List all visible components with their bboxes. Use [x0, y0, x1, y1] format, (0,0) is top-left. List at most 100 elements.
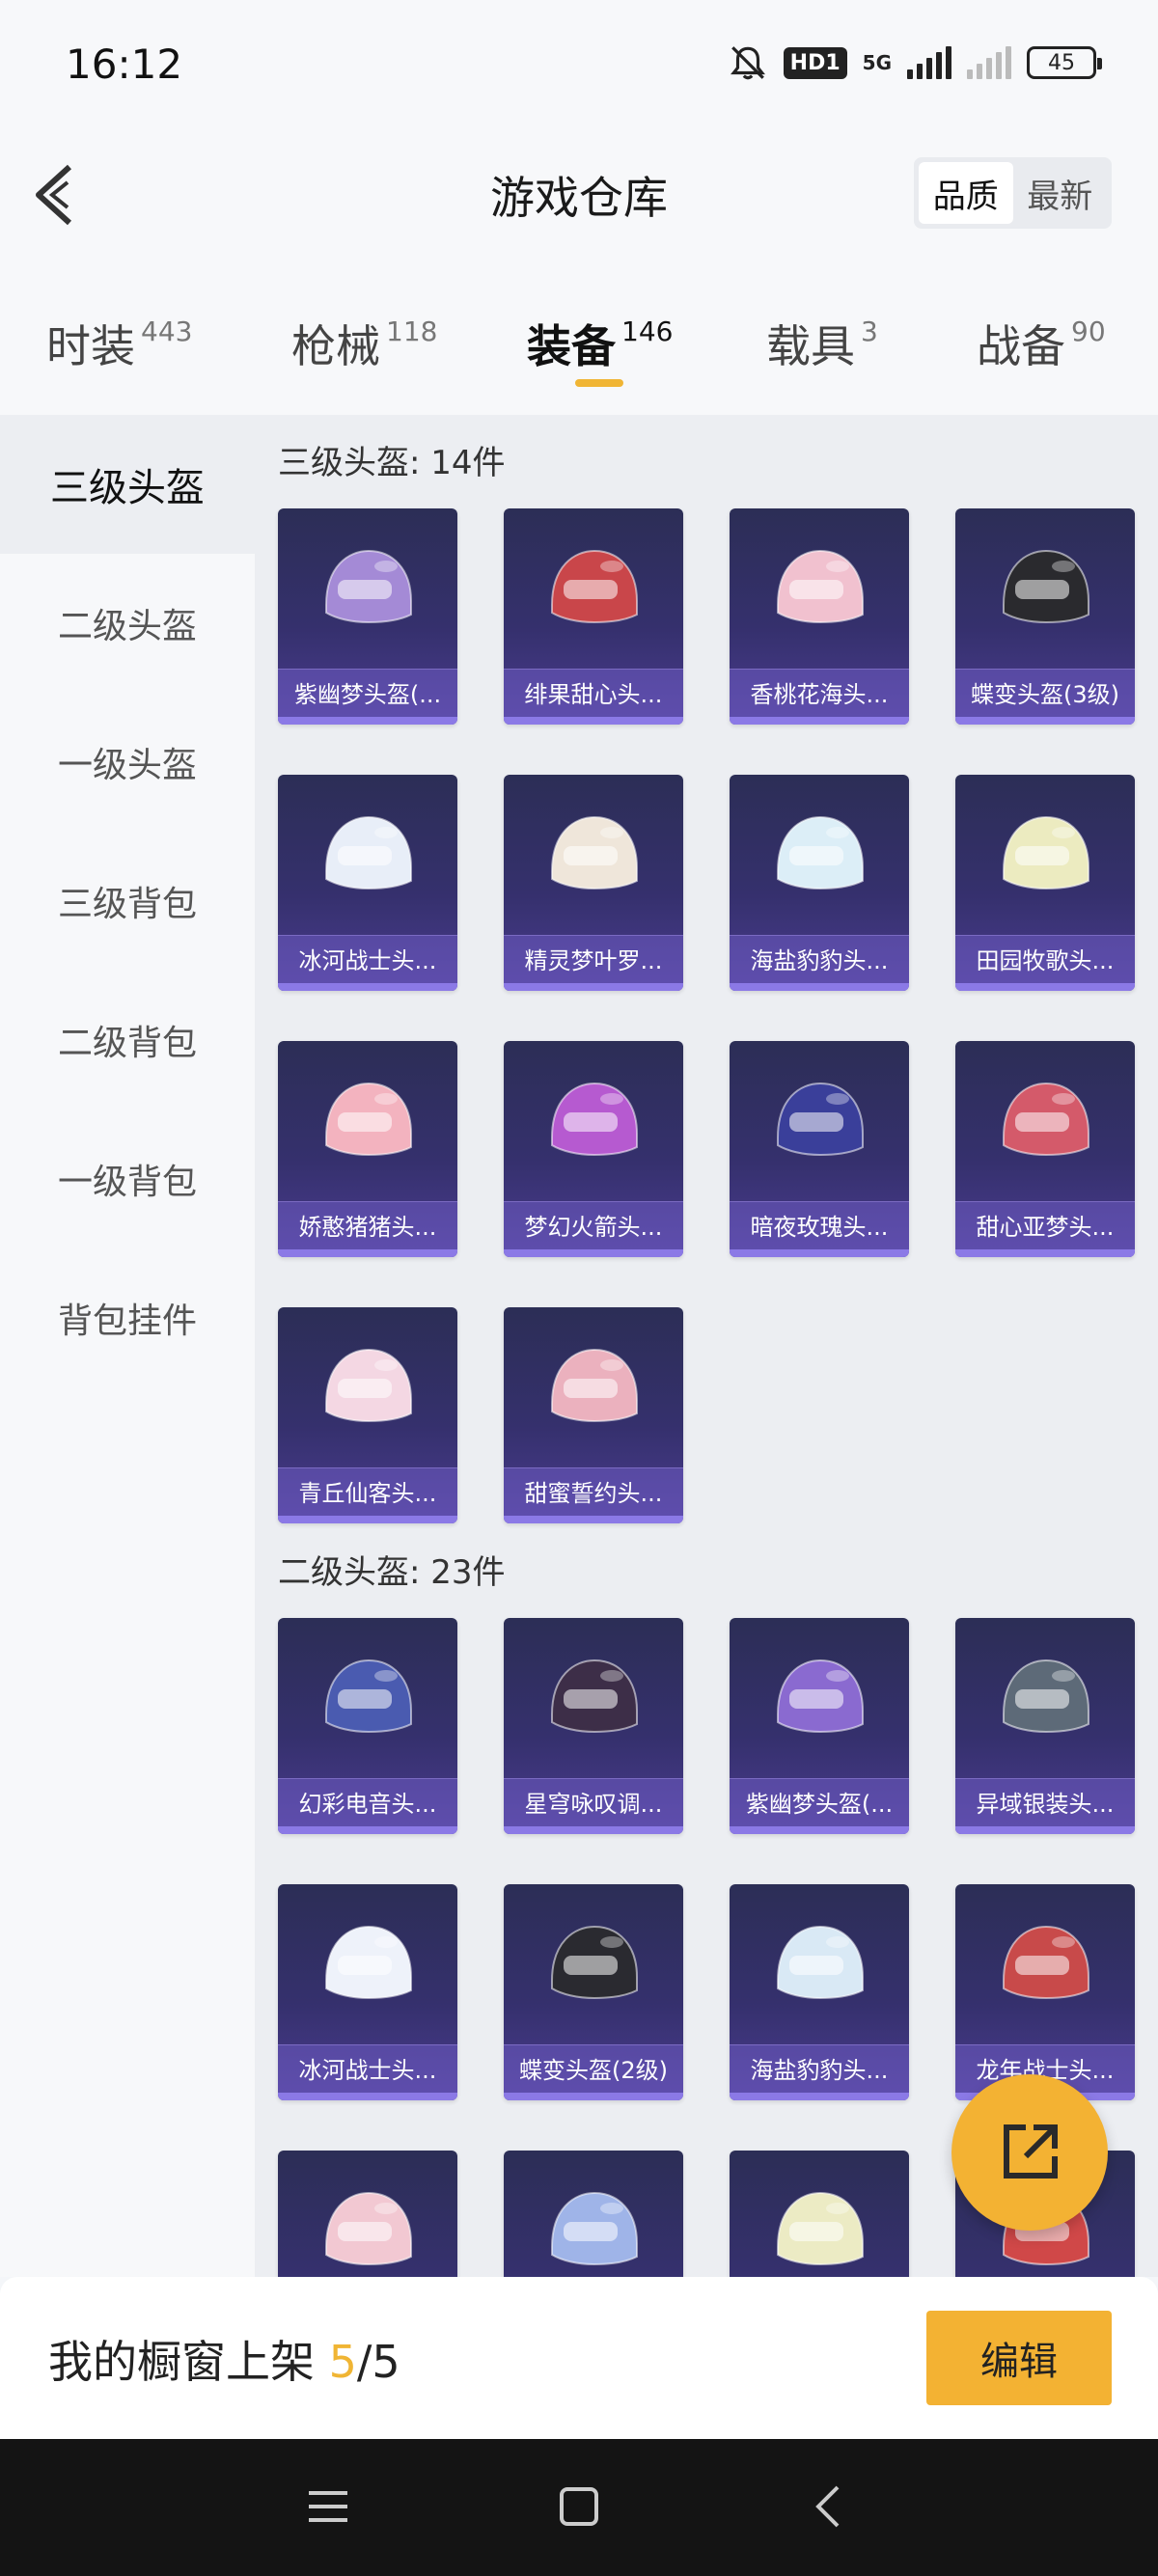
helmet-icon: [325, 2191, 412, 2266]
item-name: 冰河战士头...: [298, 2057, 437, 2084]
item-name: 甜心亚梦头...: [976, 1214, 1115, 1241]
item-name: 甜蜜誓约头...: [524, 1480, 663, 1507]
item-name: 冰河战士头...: [298, 947, 437, 974]
item-name: 香桃花海头...: [750, 681, 889, 708]
back-icon[interactable]: [801, 2478, 859, 2535]
item-card[interactable]: 娇憨猪猪头...: [278, 1041, 457, 1257]
item-grid-area[interactable]: 三级头盔: 14件 二级头盔: 23件 紫幽梦头盔(... 绯果甜心头... 香桃花…: [255, 415, 1158, 2277]
item-name: 梦幻火箭头...: [524, 1214, 663, 1241]
showcase-current-count: 5: [328, 2336, 357, 2388]
hd-badge: HD1: [783, 46, 847, 79]
item-card[interactable]: 海盐豹豹头...: [730, 775, 909, 991]
status-time: 16:12: [66, 41, 183, 88]
section-title: 二级头盔: 23件: [278, 1553, 506, 1592]
item-name: 幻彩电音头...: [298, 1791, 437, 1818]
tab-active-indicator: [575, 379, 623, 387]
item-card[interactable]: [730, 2151, 909, 2277]
tab-equipment[interactable]: 装备 146: [527, 312, 673, 375]
item-card[interactable]: 冰河战士头...: [278, 775, 457, 991]
showcase-bar: 我的橱窗上架 5/5 编辑: [0, 2277, 1158, 2439]
item-card[interactable]: 甜蜜誓约头...: [504, 1307, 683, 1523]
sidebar-item-level1-helmet[interactable]: 一级头盔: [0, 693, 255, 832]
item-card[interactable]: 紫幽梦头盔(...: [278, 508, 457, 725]
section-title: 三级头盔: 14件: [278, 444, 506, 482]
sidebar-item-level3-backpack[interactable]: 三级背包: [0, 832, 255, 971]
helmet-icon: [1003, 1658, 1089, 1734]
helmet-icon: [1003, 1925, 1089, 2000]
item-card[interactable]: 暗夜玫瑰头...: [730, 1041, 909, 1257]
tab-count: 3: [861, 315, 878, 347]
sort-newest-button[interactable]: 最新: [1013, 162, 1108, 224]
helmet-icon: [325, 549, 412, 624]
tab-count: 90: [1071, 315, 1106, 347]
network-label: 5G: [862, 51, 892, 74]
tab-fashion[interactable]: 时装 443: [46, 312, 192, 375]
item-card[interactable]: [504, 2151, 683, 2277]
sort-toggle: 品质 最新: [914, 157, 1112, 229]
sidebar-item-level1-backpack[interactable]: 一级背包: [0, 1110, 255, 1248]
sidebar-item-level2-backpack[interactable]: 二级背包: [0, 971, 255, 1110]
edit-button[interactable]: 编辑: [926, 2311, 1112, 2405]
tab-supplies[interactable]: 战备 90: [977, 312, 1106, 375]
tab-count: 146: [621, 315, 674, 347]
item-name: 田园牧歌头...: [976, 947, 1115, 974]
helmet-icon: [1003, 549, 1089, 624]
system-nav-bar: [0, 2439, 1158, 2576]
helmet-icon: [1003, 815, 1089, 891]
item-card[interactable]: 异域银装头...: [955, 1618, 1135, 1834]
item-card[interactable]: 绯果甜心头...: [504, 508, 683, 725]
item-card[interactable]: 蝶变头盔(2级): [504, 1884, 683, 2100]
sort-quality-button[interactable]: 品质: [919, 162, 1013, 224]
item-name: 异域银装头...: [976, 1791, 1115, 1818]
item-name: 精灵梦叶罗...: [524, 947, 663, 974]
item-name: 海盐豹豹头...: [750, 947, 889, 974]
helmet-icon: [551, 1348, 638, 1423]
signal-weak-icon: [967, 46, 1011, 79]
bell-off-icon: [730, 46, 765, 80]
item-card[interactable]: 冰河战士头...: [278, 1884, 457, 2100]
helmet-icon: [325, 1658, 412, 1734]
item-name: 娇憨猪猪头...: [298, 1214, 437, 1241]
status-icons: HD1 5G 45: [728, 42, 1102, 83]
item-card[interactable]: 田园牧歌头...: [955, 775, 1135, 991]
helmet-icon: [551, 1658, 638, 1734]
sidebar: 三级头盔 二级头盔 一级头盔 三级背包 二级背包 一级背包 背包挂件: [0, 415, 255, 2277]
tab-count: 118: [386, 315, 438, 347]
item-card[interactable]: 星穹咏叹调...: [504, 1618, 683, 1834]
home-icon[interactable]: [550, 2478, 608, 2535]
helmet-icon: [777, 815, 864, 891]
item-card[interactable]: 幻彩电音头...: [278, 1618, 457, 1834]
header: 游戏仓库 品质 最新: [0, 130, 1158, 256]
helmet-icon: [1003, 1082, 1089, 1157]
item-name: 海盐豹豹头...: [750, 2057, 889, 2084]
helmet-icon: [777, 2191, 864, 2266]
item-name: 紫幽梦头盔(...: [745, 1791, 894, 1818]
item-card[interactable]: 精灵梦叶罗...: [504, 775, 683, 991]
menu-icon[interactable]: [299, 2478, 357, 2535]
item-card[interactable]: 龙年战士头...: [955, 1884, 1135, 2100]
item-card[interactable]: 海盐豹豹头...: [730, 1884, 909, 2100]
item-card[interactable]: [278, 2151, 457, 2277]
tab-count: 443: [141, 315, 193, 347]
helmet-icon: [777, 1082, 864, 1157]
share-icon: [1004, 2124, 1058, 2179]
sidebar-item-backpack-charm[interactable]: 背包挂件: [0, 1248, 255, 1387]
item-card[interactable]: 香桃花海头...: [730, 508, 909, 725]
item-card[interactable]: 青丘仙客头...: [278, 1307, 457, 1523]
helmet-icon: [551, 1082, 638, 1157]
helmet-icon: [325, 1348, 412, 1423]
helmet-icon: [777, 1925, 864, 2000]
helmet-icon: [551, 815, 638, 891]
category-tabs: 时装 443 枪械 118 装备 146 载具 3 战备 90: [0, 256, 1158, 415]
item-card[interactable]: 紫幽梦头盔(...: [730, 1618, 909, 1834]
sidebar-item-level3-helmet[interactable]: 三级头盔: [0, 415, 255, 554]
item-name: 青丘仙客头...: [298, 1480, 437, 1507]
item-card[interactable]: 蝶变头盔(3级): [955, 508, 1135, 725]
tab-vehicles[interactable]: 载具 3: [766, 312, 878, 375]
helmet-icon: [325, 1082, 412, 1157]
share-button[interactable]: [951, 2074, 1108, 2231]
item-card[interactable]: 甜心亚梦头...: [955, 1041, 1135, 1257]
item-card[interactable]: 梦幻火箭头...: [504, 1041, 683, 1257]
tab-weapons[interactable]: 枪械 118: [291, 312, 437, 375]
sidebar-item-level2-helmet[interactable]: 二级头盔: [0, 554, 255, 693]
